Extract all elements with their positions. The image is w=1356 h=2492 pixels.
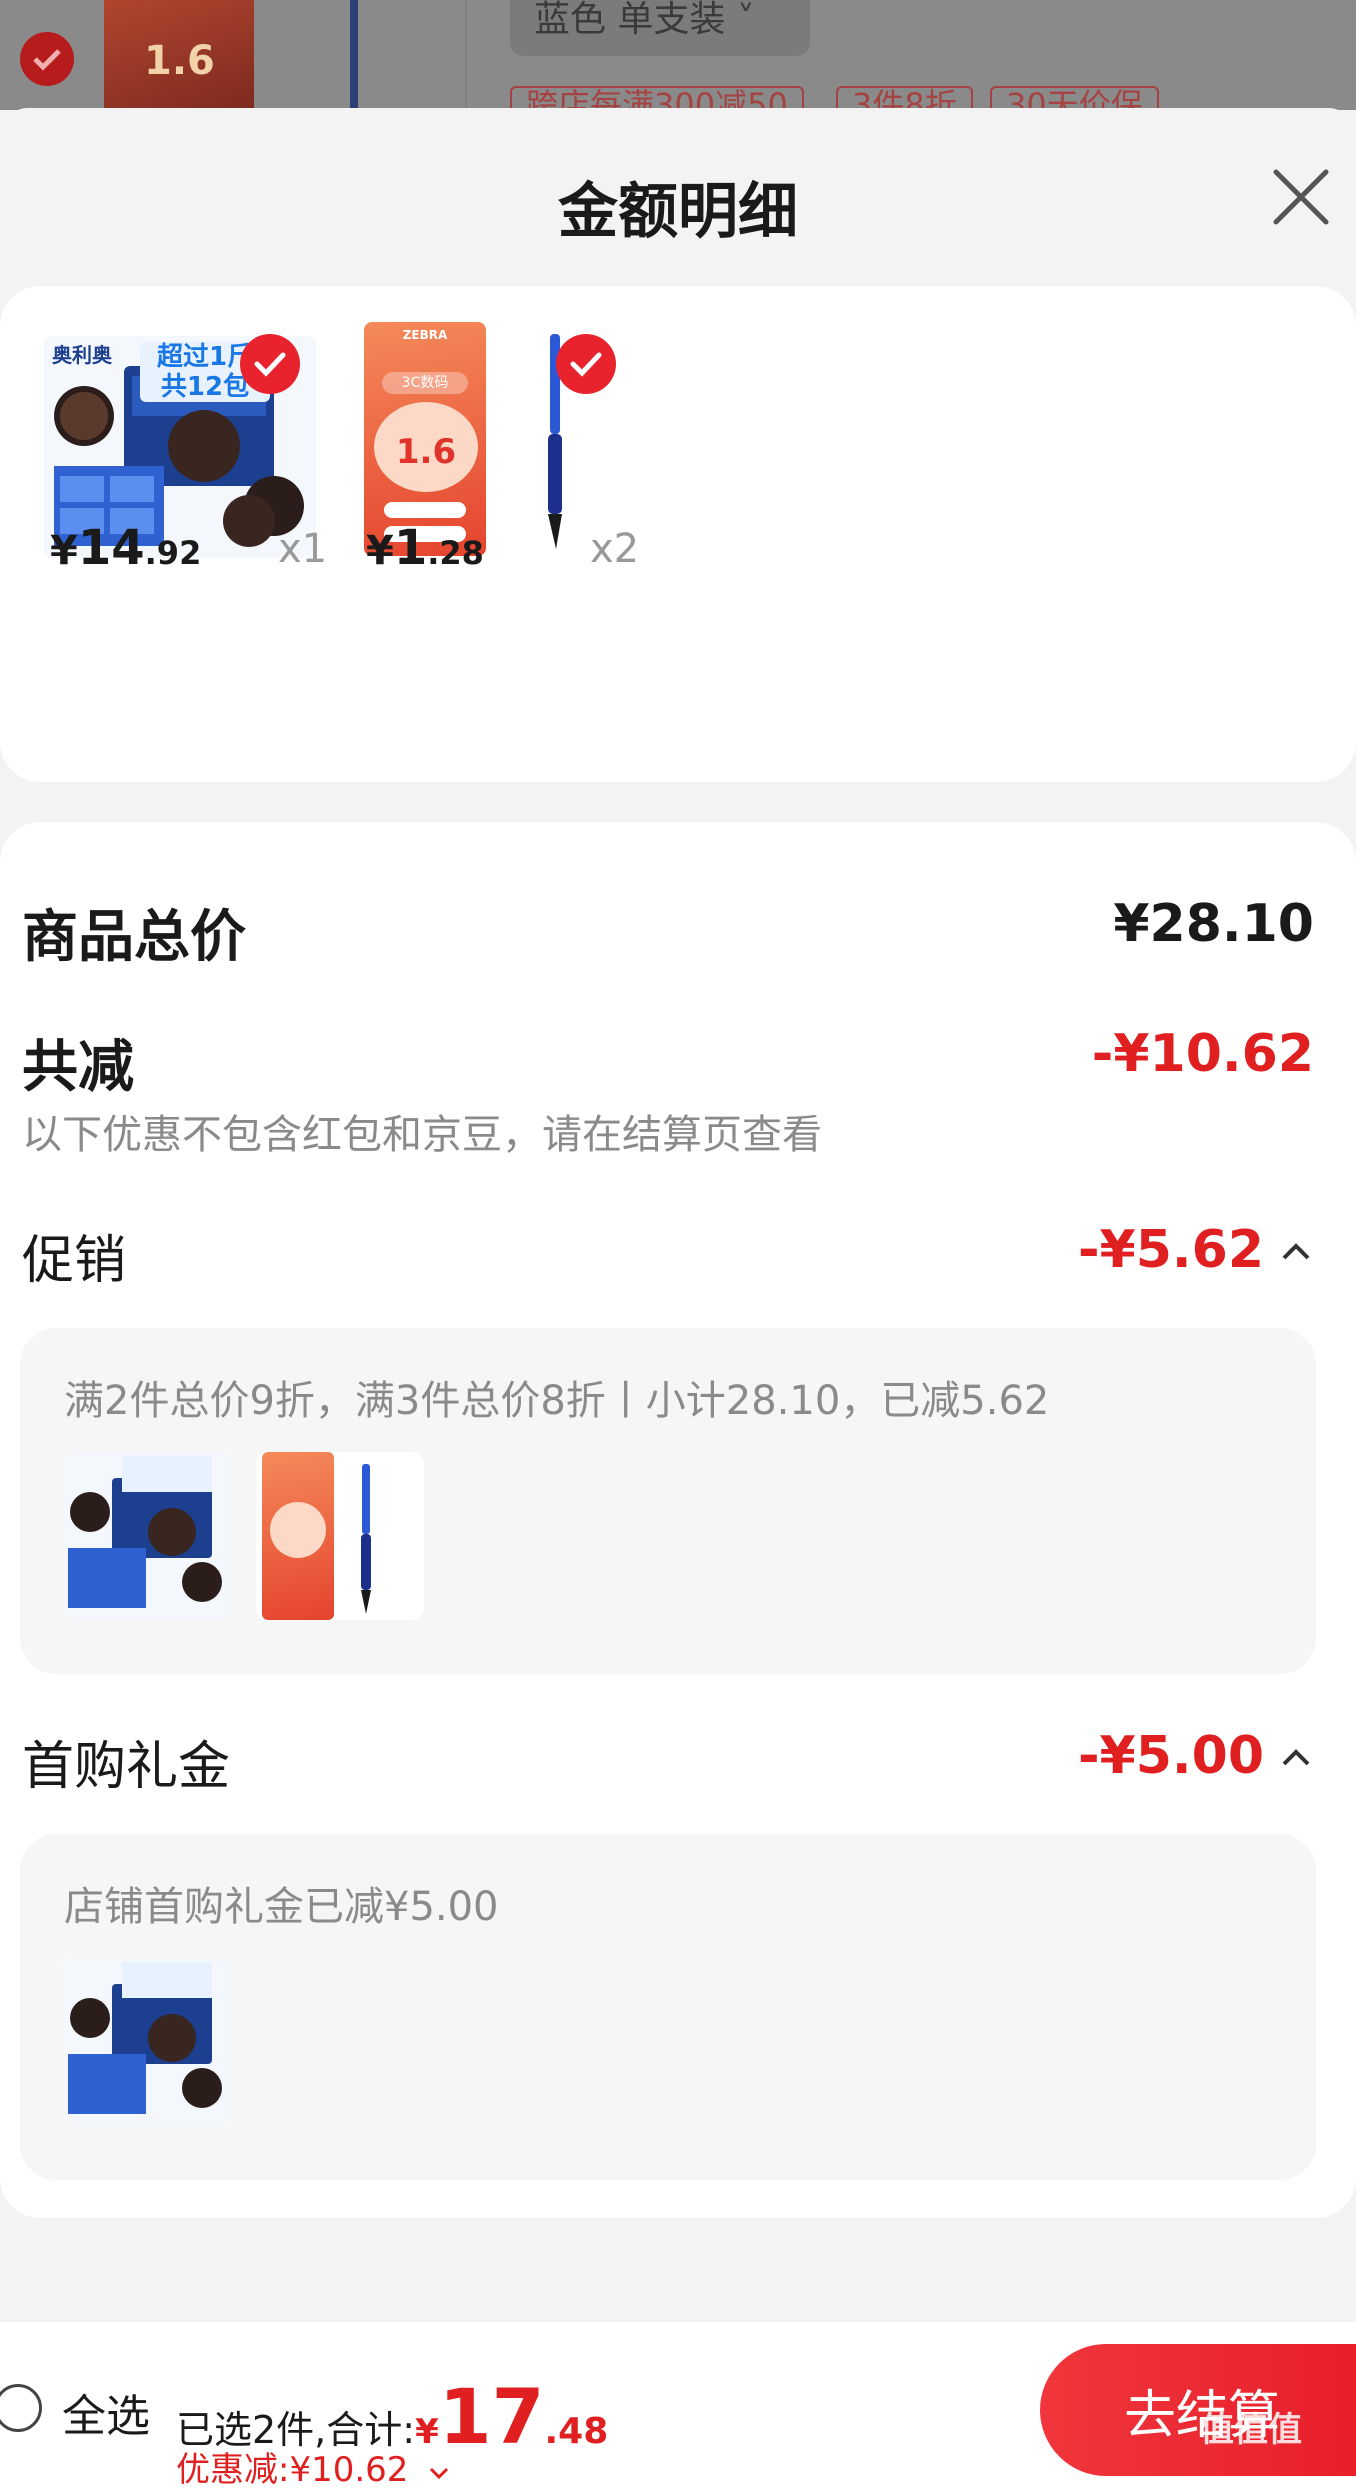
product-selected-check[interactable] bbox=[556, 334, 616, 394]
background-spec-selector: 蓝色 单支装 ˅ bbox=[510, 0, 810, 56]
background-tag: 跨店每满300减50 bbox=[510, 86, 804, 110]
amount-detail-card: 商品总价 ¥28.10 共减 -¥10.62 以下优惠不包含红包和京豆，请在结算… bbox=[0, 822, 1356, 2218]
product-quantity: x1 bbox=[278, 526, 328, 572]
product-price: ¥1.28 bbox=[366, 520, 484, 576]
sheet-title: 金额明细 bbox=[558, 177, 798, 247]
promotion-detail-box: 满2件总价9折，满3件总价8折丨小计28.10，已减5.62 bbox=[20, 1328, 1316, 1674]
discount-summary[interactable]: 优惠减:¥10.62 bbox=[176, 2442, 451, 2491]
close-icon bbox=[1273, 169, 1329, 225]
promotion-value[interactable]: -¥5.62 bbox=[1078, 1220, 1264, 1280]
discount-text: 优惠减:¥10.62 bbox=[176, 2450, 409, 2490]
background-tag: 30天价保 bbox=[990, 86, 1159, 110]
background-thumb-text: 1.6 bbox=[144, 38, 215, 84]
first-purchase-gift-value[interactable]: -¥5.00 bbox=[1078, 1726, 1264, 1786]
background-pen-image bbox=[350, 0, 358, 110]
background-product-thumbnail: 1.6 bbox=[104, 0, 254, 110]
gift-description: 店铺首购礼金已减¥5.00 bbox=[64, 1884, 499, 1930]
watermark: 值值值 bbox=[1200, 2410, 1302, 2450]
gift-detail-box: 店铺首购礼金已减¥5.00 bbox=[20, 1834, 1316, 2180]
total-decimal: .48 bbox=[544, 2411, 609, 2452]
product-caption: 1.6 bbox=[395, 432, 457, 472]
background-check-icon bbox=[20, 32, 74, 86]
check-icon bbox=[570, 352, 602, 377]
background-divider bbox=[465, 0, 467, 110]
amount-detail-sheet: 金额明细 奥利奥 超过1斤 共12包 ZEBRA 3C数码 1.6 ¥14.92… bbox=[0, 108, 1356, 2492]
total-reduction-label: 共减 bbox=[22, 1035, 134, 1100]
select-all-label[interactable]: 全选 bbox=[62, 2380, 150, 2444]
background-tag: 3件8折 bbox=[836, 86, 973, 110]
promotion-thumb-oreo bbox=[62, 1452, 230, 1620]
total-integer: 17 bbox=[438, 2372, 545, 2461]
chevron-down-icon bbox=[430, 2467, 449, 2480]
promotion-description: 满2件总价9折，满3件总价8折丨小计28.10，已减5.62 bbox=[64, 1378, 1050, 1424]
total-price-label: 商品总价 bbox=[22, 905, 246, 970]
product-card: 奥利奥 超过1斤 共12包 ZEBRA 3C数码 1.6 ¥14.92 x1 ¥… bbox=[0, 286, 1356, 782]
check-icon bbox=[254, 352, 286, 377]
promotion-thumb-zebra bbox=[256, 1452, 424, 1620]
svg-text:奥利奥: 奥利奥 bbox=[52, 343, 113, 367]
promotion-label: 促销 bbox=[22, 1231, 127, 1291]
background-page: 1.6 蓝色 单支装 ˅ 跨店每满300减50 3件8折 30天价保 bbox=[0, 0, 1356, 110]
chevron-up-icon[interactable] bbox=[1278, 1746, 1314, 1768]
select-all-radio[interactable] bbox=[0, 2384, 42, 2432]
product-selected-check[interactable] bbox=[240, 334, 300, 394]
product-price: ¥14.92 bbox=[50, 520, 202, 576]
checkout-button[interactable]: 去结算 bbox=[1040, 2344, 1356, 2476]
chevron-up-icon[interactable] bbox=[1278, 1240, 1314, 1262]
bottom-checkout-bar: 全选 已选2件,合计:¥17.48 优惠减:¥10.62 去结算 bbox=[0, 2322, 1356, 2492]
close-button[interactable] bbox=[1270, 166, 1332, 228]
reduction-hint: 以下优惠不包含红包和京豆，请在结算页查看 bbox=[22, 1112, 822, 1158]
gift-thumb-oreo bbox=[62, 1958, 230, 2126]
total-price-value: ¥28.10 bbox=[1113, 894, 1314, 954]
product-quantity: x2 bbox=[590, 526, 640, 572]
background-spec-text: 蓝色 单支装 bbox=[534, 0, 726, 40]
first-purchase-gift-label: 首购礼金 bbox=[22, 1737, 231, 1797]
total-reduction-value: -¥10.62 bbox=[1091, 1024, 1314, 1084]
